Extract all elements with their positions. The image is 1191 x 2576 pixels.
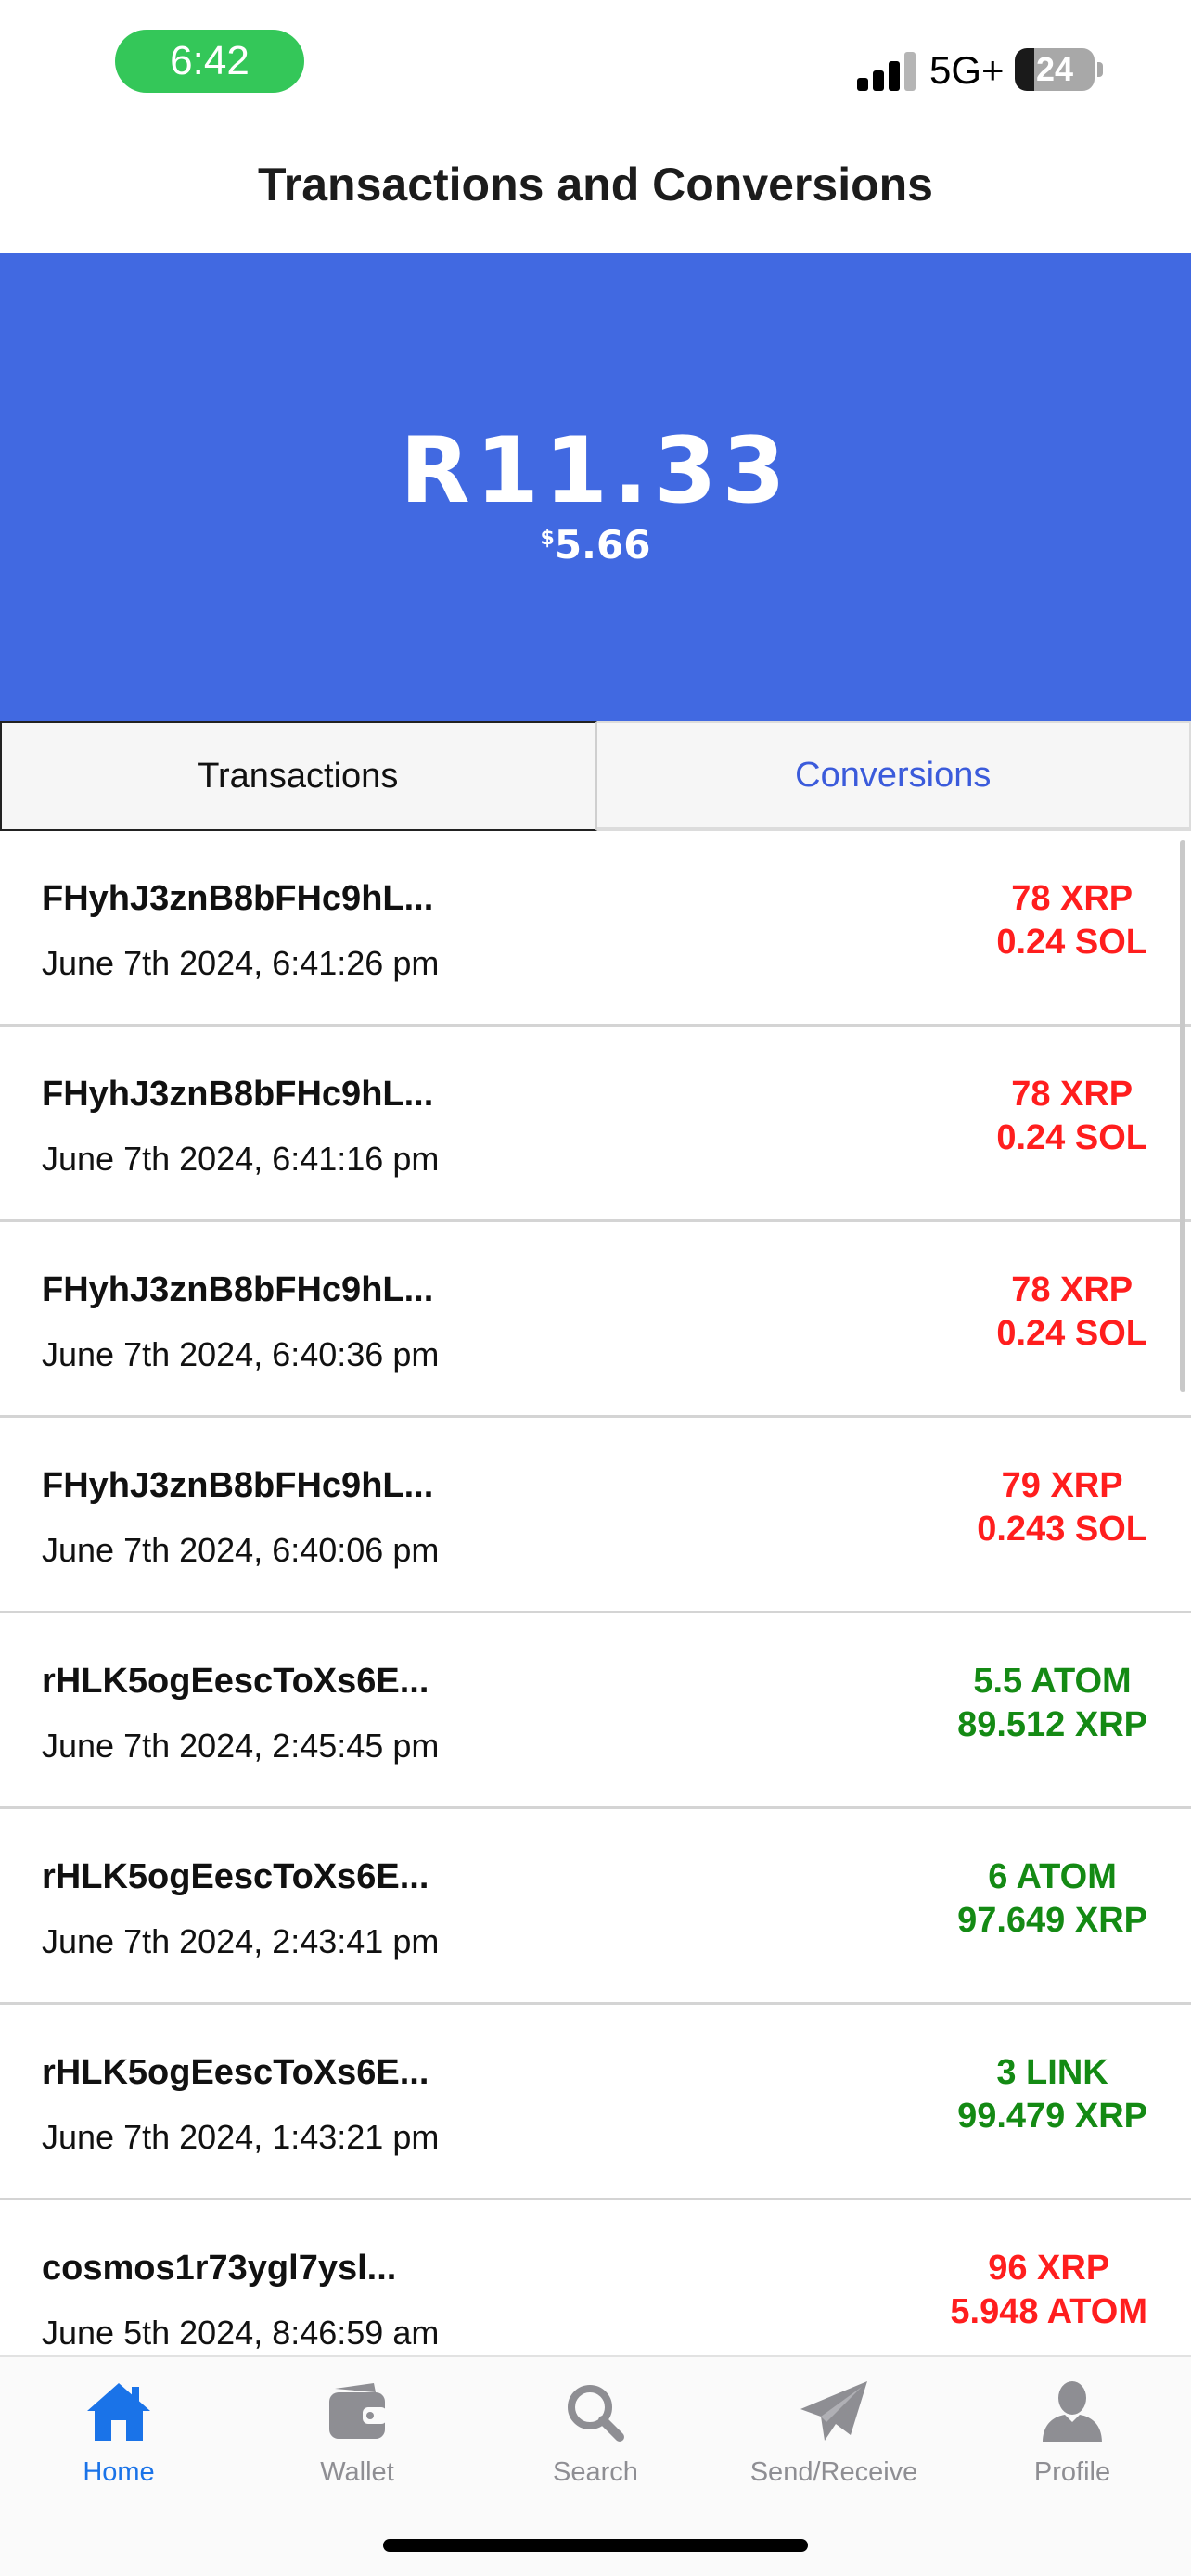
amount-primary: 96 XRP [988,2249,1110,2288]
balance-primary: R11.33 [400,418,791,524]
transaction-amounts: 78 XRP 0.24 SOL [996,877,1147,964]
amount-primary: 78 XRP [1011,1075,1133,1114]
amount-secondary: 0.243 SOL [977,1510,1147,1549]
nav-search-label: Search [553,2457,638,2487]
transaction-id: FHyhJ3znB8bFHc9hL... [42,1270,434,1309]
transaction-amounts: 79 XRP 0.243 SOL [977,1464,1147,1551]
transaction-list[interactable]: FHyhJ3znB8bFHc9hL... June 7th 2024, 6:41:… [0,831,1191,2355]
transaction-date: June 7th 2024, 1:43:21 pm [42,2118,440,2156]
amount-primary: 78 XRP [1011,1270,1133,1309]
nav-home[interactable]: Home [0,2379,237,2509]
amount-primary: 5.5 ATOM [973,1662,1132,1701]
search-icon [568,2385,624,2442]
transaction-amounts: 5.5 ATOM 89.512 XRP [957,1660,1147,1747]
tab-bar: Transactions Conversions [0,721,1191,831]
page-title: Transactions and Conversions [258,159,933,210]
transaction-row[interactable]: rHLK5ogEescToXs6E... June 7th 2024, 2:43:… [0,1809,1191,2005]
balance-secondary: $5.66 [0,522,1191,567]
battery-icon: 24 [1015,48,1104,91]
home-icon [87,2383,150,2441]
transaction-id: FHyhJ3znB8bFHc9hL... [42,879,434,918]
transaction-date: June 5th 2024, 8:46:59 am [42,2314,440,2352]
scrollbar[interactable] [1180,840,1185,1392]
amount-secondary: 0.24 SOL [996,1314,1147,1353]
transaction-id: rHLK5ogEescToXs6E... [42,2053,429,2092]
nav-profile-label: Profile [1033,2457,1111,2487]
transaction-amounts: 78 XRP 0.24 SOL [996,1269,1147,1356]
transaction-row[interactable]: FHyhJ3znB8bFHc9hL... June 7th 2024, 6:41:… [0,831,1191,1027]
send-icon [800,2381,867,2441]
transaction-row[interactable]: cosmos1r73ygl7ysl... June 5th 2024, 8:46:… [0,2200,1191,2355]
nav-home-label: Home [83,2457,155,2487]
nav-search[interactable]: Search [477,2379,714,2509]
battery-percent: 24 [1035,50,1074,88]
tab-transactions[interactable]: Transactions [0,721,597,831]
balance-secondary-symbol: $ [540,527,555,550]
amount-primary: 3 LINK [996,2053,1108,2092]
amount-primary: 79 XRP [1001,1466,1123,1505]
nav-wallet-label: Wallet [320,2457,394,2487]
amount-secondary: 0.24 SOL [996,923,1147,962]
transaction-amounts: 78 XRP 0.24 SOL [996,1073,1147,1160]
signal-icon [857,52,916,91]
transaction-amounts: 96 XRP 5.948 ATOM [950,2247,1147,2334]
amount-primary: 78 XRP [1011,879,1133,918]
transaction-date: June 7th 2024, 6:41:16 pm [42,1140,440,1178]
transaction-row[interactable]: FHyhJ3znB8bFHc9hL... June 7th 2024, 6:41:… [0,1027,1191,1222]
wallet-icon [329,2383,387,2439]
amount-secondary: 97.649 XRP [957,1901,1147,1940]
transaction-row[interactable]: rHLK5ogEescToXs6E... June 7th 2024, 2:45:… [0,1613,1191,1809]
balance-secondary-value: 5.66 [554,522,651,567]
nav-profile[interactable]: Profile [954,2379,1191,2509]
transaction-amounts: 6 ATOM 97.649 XRP [957,1855,1147,1943]
transaction-date: June 7th 2024, 6:40:06 pm [42,1531,440,1569]
amount-primary: 6 ATOM [988,1857,1117,1896]
status-time: 6:42 [115,30,304,93]
home-indicator[interactable] [383,2539,808,2552]
balance-card: R11.33 $5.66 [0,253,1191,721]
amount-secondary: 89.512 XRP [957,1705,1147,1744]
app-screen: 6:42 5G+ 24 Transactions and Conversions… [0,0,1191,2576]
transaction-row[interactable]: rHLK5ogEescToXs6E... June 7th 2024, 1:43:… [0,2005,1191,2200]
transaction-id: cosmos1r73ygl7ysl... [42,2249,397,2288]
profile-icon [1043,2381,1102,2442]
amount-secondary: 99.479 XRP [957,2097,1147,2136]
transaction-id: FHyhJ3znB8bFHc9hL... [42,1466,434,1505]
nav-wallet[interactable]: Wallet [238,2379,476,2509]
tab-conversions[interactable]: Conversions [596,721,1191,831]
transaction-date: June 7th 2024, 2:45:45 pm [42,1727,440,1765]
transaction-date: June 7th 2024, 6:40:36 pm [42,1335,440,1373]
network-label: 5G+ [929,48,1005,92]
transaction-date: June 7th 2024, 2:43:41 pm [42,1922,440,1960]
transaction-id: FHyhJ3znB8bFHc9hL... [42,1075,434,1114]
transaction-amounts: 3 LINK 99.479 XRP [957,2051,1147,2138]
transaction-row[interactable]: FHyhJ3znB8bFHc9hL... June 7th 2024, 6:40:… [0,1222,1191,1418]
amount-secondary: 5.948 ATOM [950,2292,1147,2331]
status-bar: 6:42 5G+ 24 [0,0,1191,130]
transaction-id: rHLK5ogEescToXs6E... [42,1662,429,1701]
transaction-id: rHLK5ogEescToXs6E... [42,1857,429,1896]
amount-secondary: 0.24 SOL [996,1118,1147,1157]
nav-send-receive-label: Send/Receive [749,2457,918,2487]
nav-send-receive[interactable]: Send/Receive [715,2379,953,2509]
transaction-date: June 7th 2024, 6:41:26 pm [42,944,440,982]
transaction-row[interactable]: FHyhJ3znB8bFHc9hL... June 7th 2024, 6:40:… [0,1418,1191,1613]
